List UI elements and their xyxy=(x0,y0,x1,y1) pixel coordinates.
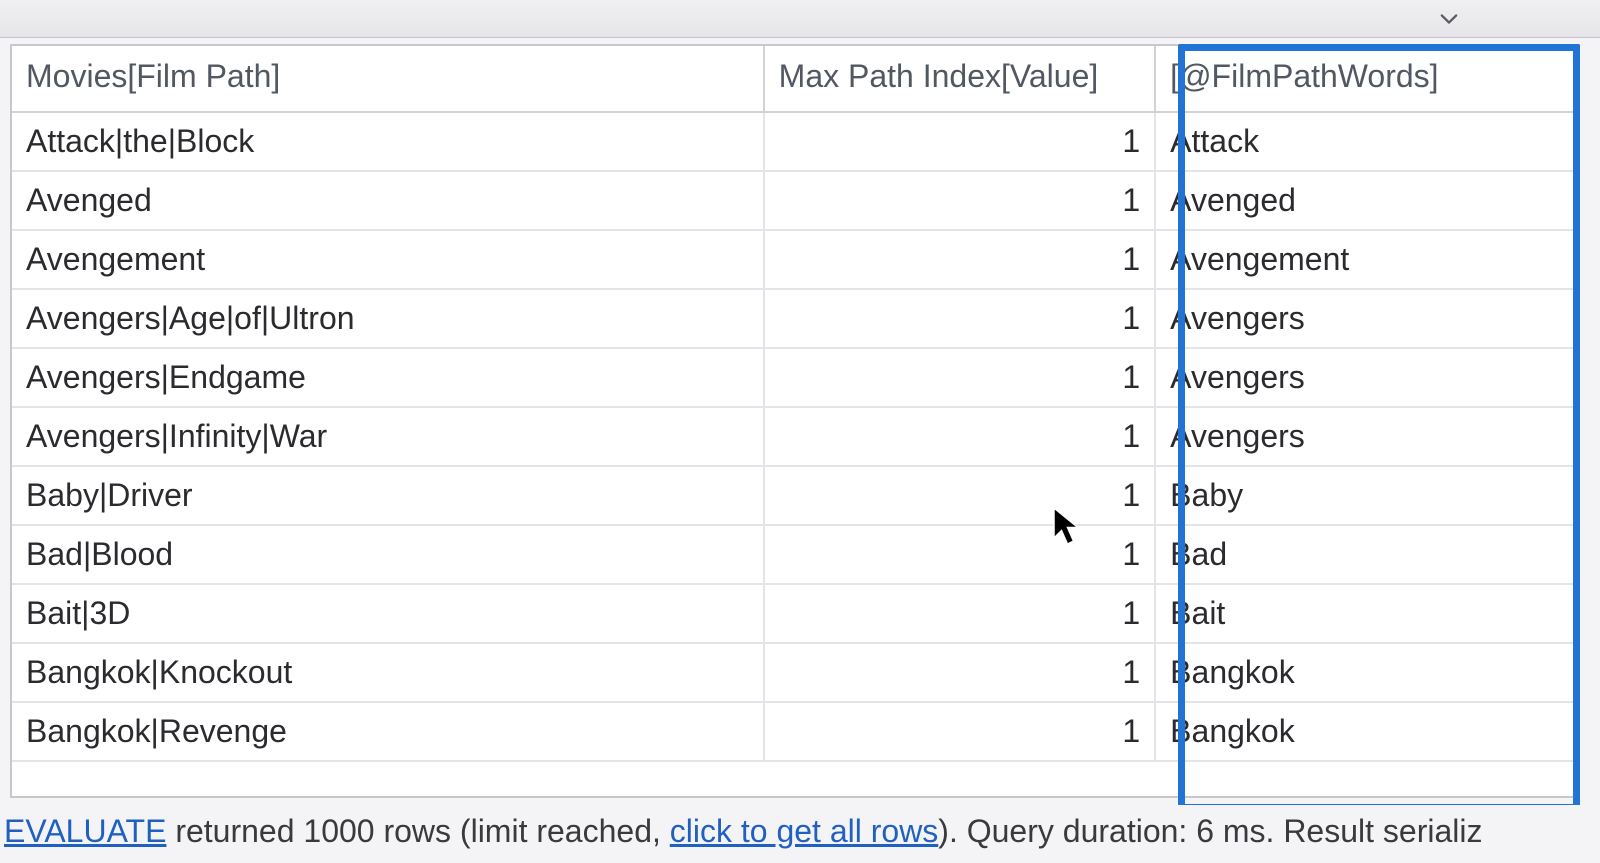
table-row[interactable]: Bait|3D 1 Bait xyxy=(12,584,1578,643)
cell-maxindex: 1 xyxy=(764,407,1156,466)
cell-filmpath: Baby|Driver xyxy=(12,466,764,525)
cell-maxindex: 1 xyxy=(764,466,1156,525)
cell-maxindex: 1 xyxy=(764,702,1156,761)
status-evaluate-link[interactable]: EVALUATE xyxy=(4,813,166,849)
cell-maxindex: 1 xyxy=(764,289,1156,348)
table-row[interactable]: Avenged 1 Avenged xyxy=(12,171,1578,230)
cell-words: Avengers xyxy=(1155,407,1578,466)
cell-maxindex: 1 xyxy=(764,348,1156,407)
cell-words: Bait xyxy=(1155,584,1578,643)
status-click-all-rows-link[interactable]: click to get all rows xyxy=(670,813,939,849)
cell-maxindex: 1 xyxy=(764,525,1156,584)
table-row[interactable]: Avengement 1 Avengement xyxy=(12,230,1578,289)
table-body: Attack|the|Block 1 Attack Avenged 1 Aven… xyxy=(12,112,1578,761)
cell-maxindex: 1 xyxy=(764,643,1156,702)
column-header-maxindex[interactable]: Max Path Index[Value] xyxy=(764,46,1156,112)
results-grid[interactable]: Movies[Film Path] Max Path Index[Value] … xyxy=(10,44,1580,798)
chevron-down-icon xyxy=(1440,13,1458,25)
cell-words: Baby xyxy=(1155,466,1578,525)
table-row[interactable]: Bangkok|Revenge 1 Bangkok xyxy=(12,702,1578,761)
table-row[interactable]: Avengers|Age|of|Ultron 1 Avengers xyxy=(12,289,1578,348)
cell-words: Avengers xyxy=(1155,289,1578,348)
cell-filmpath: Bangkok|Revenge xyxy=(12,702,764,761)
cell-filmpath: Avengers|Infinity|War xyxy=(12,407,764,466)
cell-words: Avengement xyxy=(1155,230,1578,289)
table-row[interactable]: Bangkok|Knockout 1 Bangkok xyxy=(12,643,1578,702)
cell-filmpath: Avengers|Endgame xyxy=(12,348,764,407)
cell-words: Bad xyxy=(1155,525,1578,584)
table-row[interactable]: Bad|Blood 1 Bad xyxy=(12,525,1578,584)
cell-filmpath: Attack|the|Block xyxy=(12,112,764,171)
table-row[interactable]: Avengers|Endgame 1 Avengers xyxy=(12,348,1578,407)
cell-words: Bangkok xyxy=(1155,643,1578,702)
cell-words: Bangkok xyxy=(1155,702,1578,761)
cell-filmpath: Bangkok|Knockout xyxy=(12,643,764,702)
cell-words: Attack xyxy=(1155,112,1578,171)
cell-filmpath: Avenged xyxy=(12,171,764,230)
cell-filmpath: Avengers|Age|of|Ultron xyxy=(12,289,764,348)
status-text-2: ). Query duration: 6 ms. Result serializ xyxy=(938,813,1482,849)
cell-maxindex: 1 xyxy=(764,584,1156,643)
column-header-filmpath[interactable]: Movies[Film Path] xyxy=(12,46,764,112)
results-table: Movies[Film Path] Max Path Index[Value] … xyxy=(12,46,1578,762)
cell-filmpath: Avengement xyxy=(12,230,764,289)
table-row[interactable]: Avengers|Infinity|War 1 Avengers xyxy=(12,407,1578,466)
cell-maxindex: 1 xyxy=(764,171,1156,230)
status-text-1: returned 1000 rows (limit reached, xyxy=(166,813,669,849)
status-bar: EVALUATE returned 1000 rows (limit reach… xyxy=(0,805,1600,863)
cell-filmpath: Bad|Blood xyxy=(12,525,764,584)
cell-words: Avenged xyxy=(1155,171,1578,230)
cell-filmpath: Bait|3D xyxy=(12,584,764,643)
toolbar-dropdown-button[interactable] xyxy=(1438,8,1460,30)
cell-maxindex: 1 xyxy=(764,112,1156,171)
column-header-words[interactable]: [@FilmPathWords] xyxy=(1155,46,1578,112)
cell-words: Avengers xyxy=(1155,348,1578,407)
toolbar-strip xyxy=(0,0,1600,38)
table-row[interactable]: Baby|Driver 1 Baby xyxy=(12,466,1578,525)
header-row: Movies[Film Path] Max Path Index[Value] … xyxy=(12,46,1578,112)
cell-maxindex: 1 xyxy=(764,230,1156,289)
table-row[interactable]: Attack|the|Block 1 Attack xyxy=(12,112,1578,171)
